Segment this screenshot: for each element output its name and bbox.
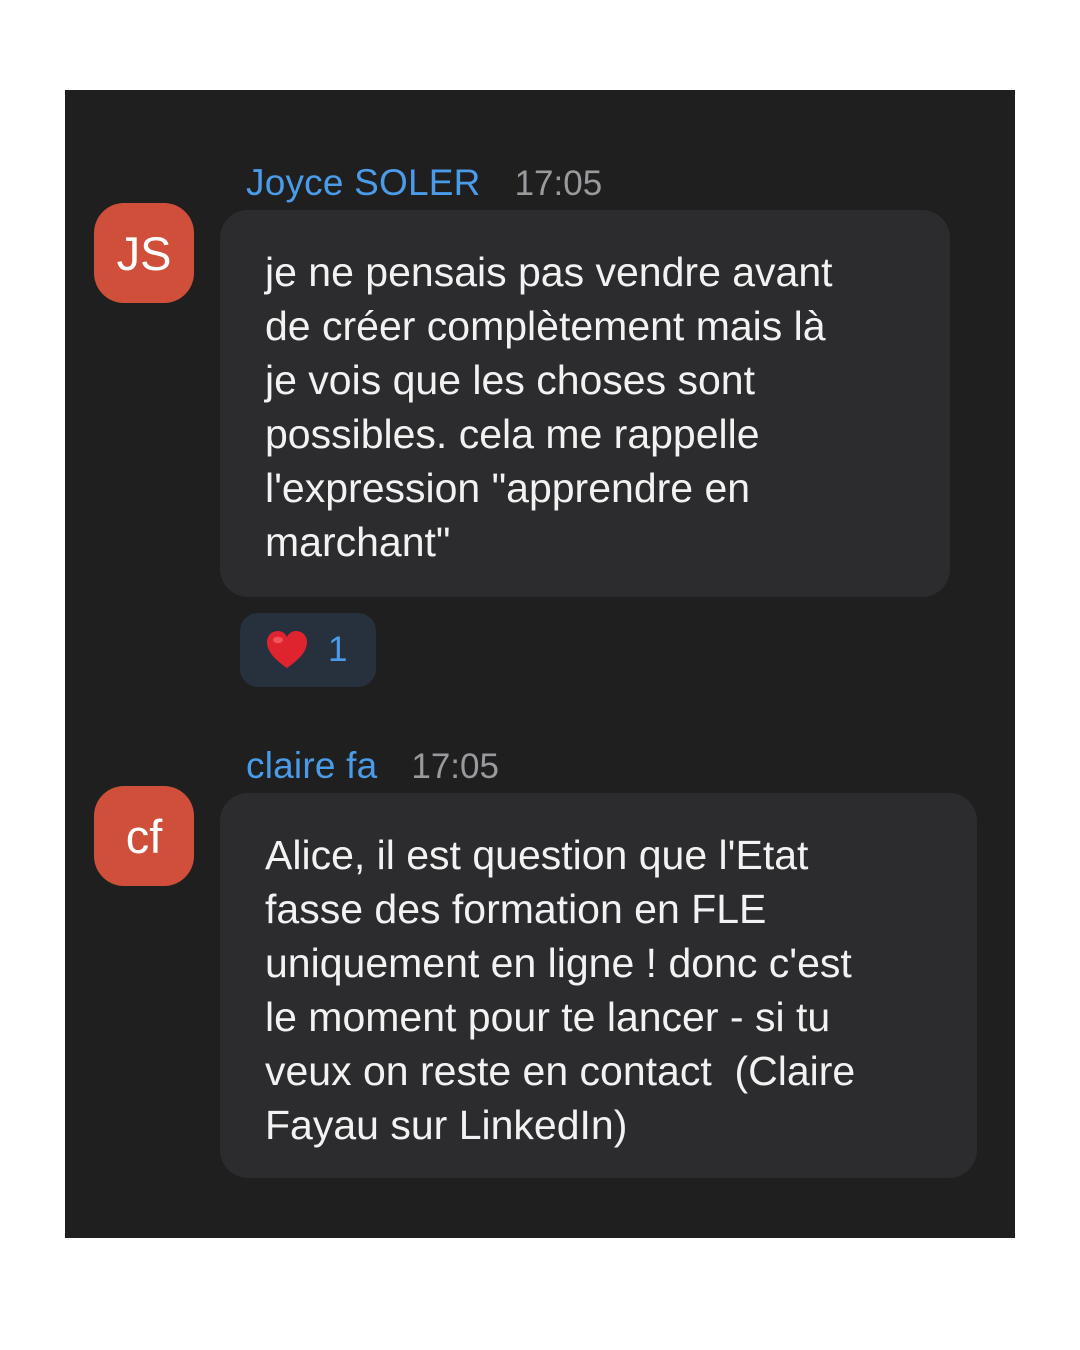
avatar[interactable]: cf xyxy=(94,786,194,886)
avatar[interactable]: JS xyxy=(94,203,194,303)
message-text: Alice, il est question que l'Etat fasse … xyxy=(265,832,856,1148)
message-header: Joyce SOLER 17:05 xyxy=(246,162,602,204)
message-header: claire fa 17:05 xyxy=(246,745,499,787)
message-bubble[interactable]: Alice, il est question que l'Etat fasse … xyxy=(220,793,977,1178)
message-time: 17:05 xyxy=(514,164,603,203)
message-time: 17:05 xyxy=(411,747,499,786)
message-bubble[interactable]: je ne pensais pas vendre avant de créer … xyxy=(220,210,950,597)
sender-name[interactable]: Joyce SOLER xyxy=(246,162,481,204)
chat-panel: Joyce SOLER 17:05 JS je ne pensais pas v… xyxy=(65,90,1015,1238)
message-text: je ne pensais pas vendre avant de créer … xyxy=(265,249,833,565)
reaction-count: 1 xyxy=(328,630,348,669)
heart-icon xyxy=(267,631,307,668)
avatar-initials: JS xyxy=(116,226,172,280)
avatar-initials: cf xyxy=(125,809,163,863)
reaction-pill[interactable]: 1 xyxy=(240,613,376,687)
sender-name[interactable]: claire fa xyxy=(246,745,377,787)
